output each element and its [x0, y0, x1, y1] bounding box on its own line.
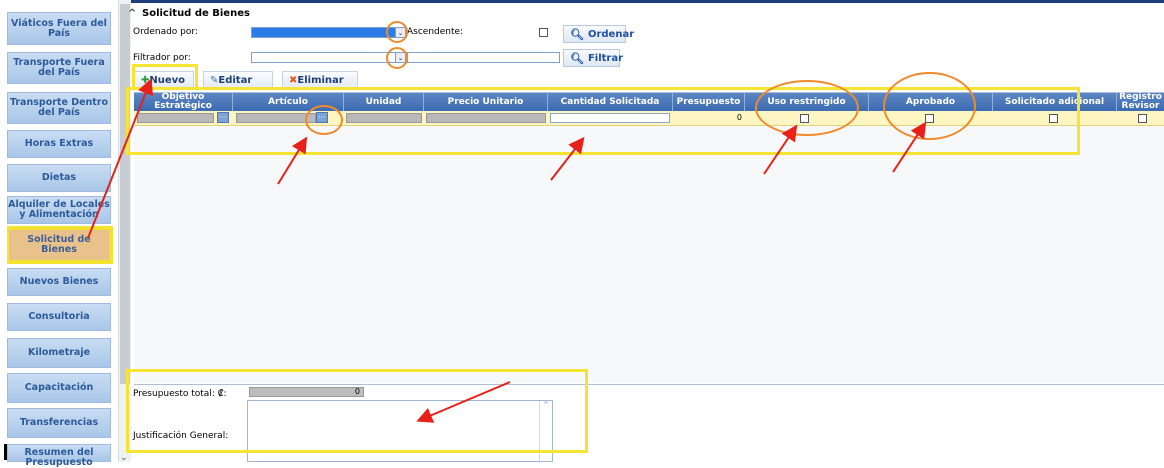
chevron-up-icon[interactable]: ^ [128, 8, 138, 19]
top-bar [0, 0, 1164, 3]
sidebar-item-transporte-dentro[interactable]: Transporte Dentro del País [7, 92, 111, 124]
ascending-checkbox[interactable] [539, 28, 548, 37]
delete-icon: ✖ [289, 74, 298, 86]
sort-select[interactable]: ⌄ [251, 27, 407, 38]
section-header[interactable]: ^ Solicitud de Bienes [128, 8, 250, 19]
search-icon: 🔍︎ [570, 51, 584, 65]
sidebar-item-consultoria[interactable]: Consultoria [7, 303, 111, 331]
cursor-mark [4, 444, 7, 460]
circle-aprobado [883, 72, 976, 140]
circle-uso-restringido [755, 80, 859, 136]
sidebar-item-transferencias[interactable]: Transferencias [7, 408, 111, 438]
circle-sort-dropdown [386, 21, 408, 43]
sidebar-item-dietas[interactable]: Dietas [7, 164, 111, 192]
highlight-footer [126, 369, 588, 453]
search-icon: 🔍︎ [570, 27, 584, 41]
sidebar-item-horas-extras[interactable]: Horas Extras [7, 130, 111, 158]
sidebar-item-alquiler[interactable]: Alquiler de Locales y Alimentación [7, 196, 111, 224]
sidebar-item-kilometraje[interactable]: Kilometraje [7, 338, 111, 368]
sort-label: Ordenado por: [133, 27, 198, 37]
highlight-sidebar [7, 226, 113, 264]
sidebar-item-capacitacion[interactable]: Capacitación [7, 373, 111, 403]
registro-revisor-checkbox[interactable] [1138, 114, 1147, 123]
filter-field-select[interactable]: ⌄ [251, 52, 407, 63]
sidebar-item-resumen[interactable]: Resumen del Presupuesto [7, 444, 111, 468]
filter-button[interactable]: 🔍︎ Filtrar [563, 49, 623, 67]
sidebar-item-viaticos[interactable]: Viáticos Fuera del País [7, 12, 111, 45]
scrollbar-thumb[interactable] [120, 4, 130, 384]
column-header-registro-revisor[interactable]: Registro Revisor [1117, 93, 1164, 111]
circle-filter-dropdown [386, 47, 408, 69]
edit-icon: ✎ [210, 74, 219, 86]
sidebar-item-nuevos-bienes[interactable]: Nuevos Bienes [7, 268, 111, 296]
ascending-label: Ascendente: [407, 27, 464, 37]
filter-label: Filtrador por: [133, 53, 191, 63]
order-button[interactable]: 🔍︎ Ordenar [563, 25, 634, 43]
sidebar-item-transporte-fuera[interactable]: Transporte Fuera del País [7, 52, 111, 84]
filter-value-input[interactable] [407, 52, 560, 63]
circle-lookup [305, 105, 343, 135]
